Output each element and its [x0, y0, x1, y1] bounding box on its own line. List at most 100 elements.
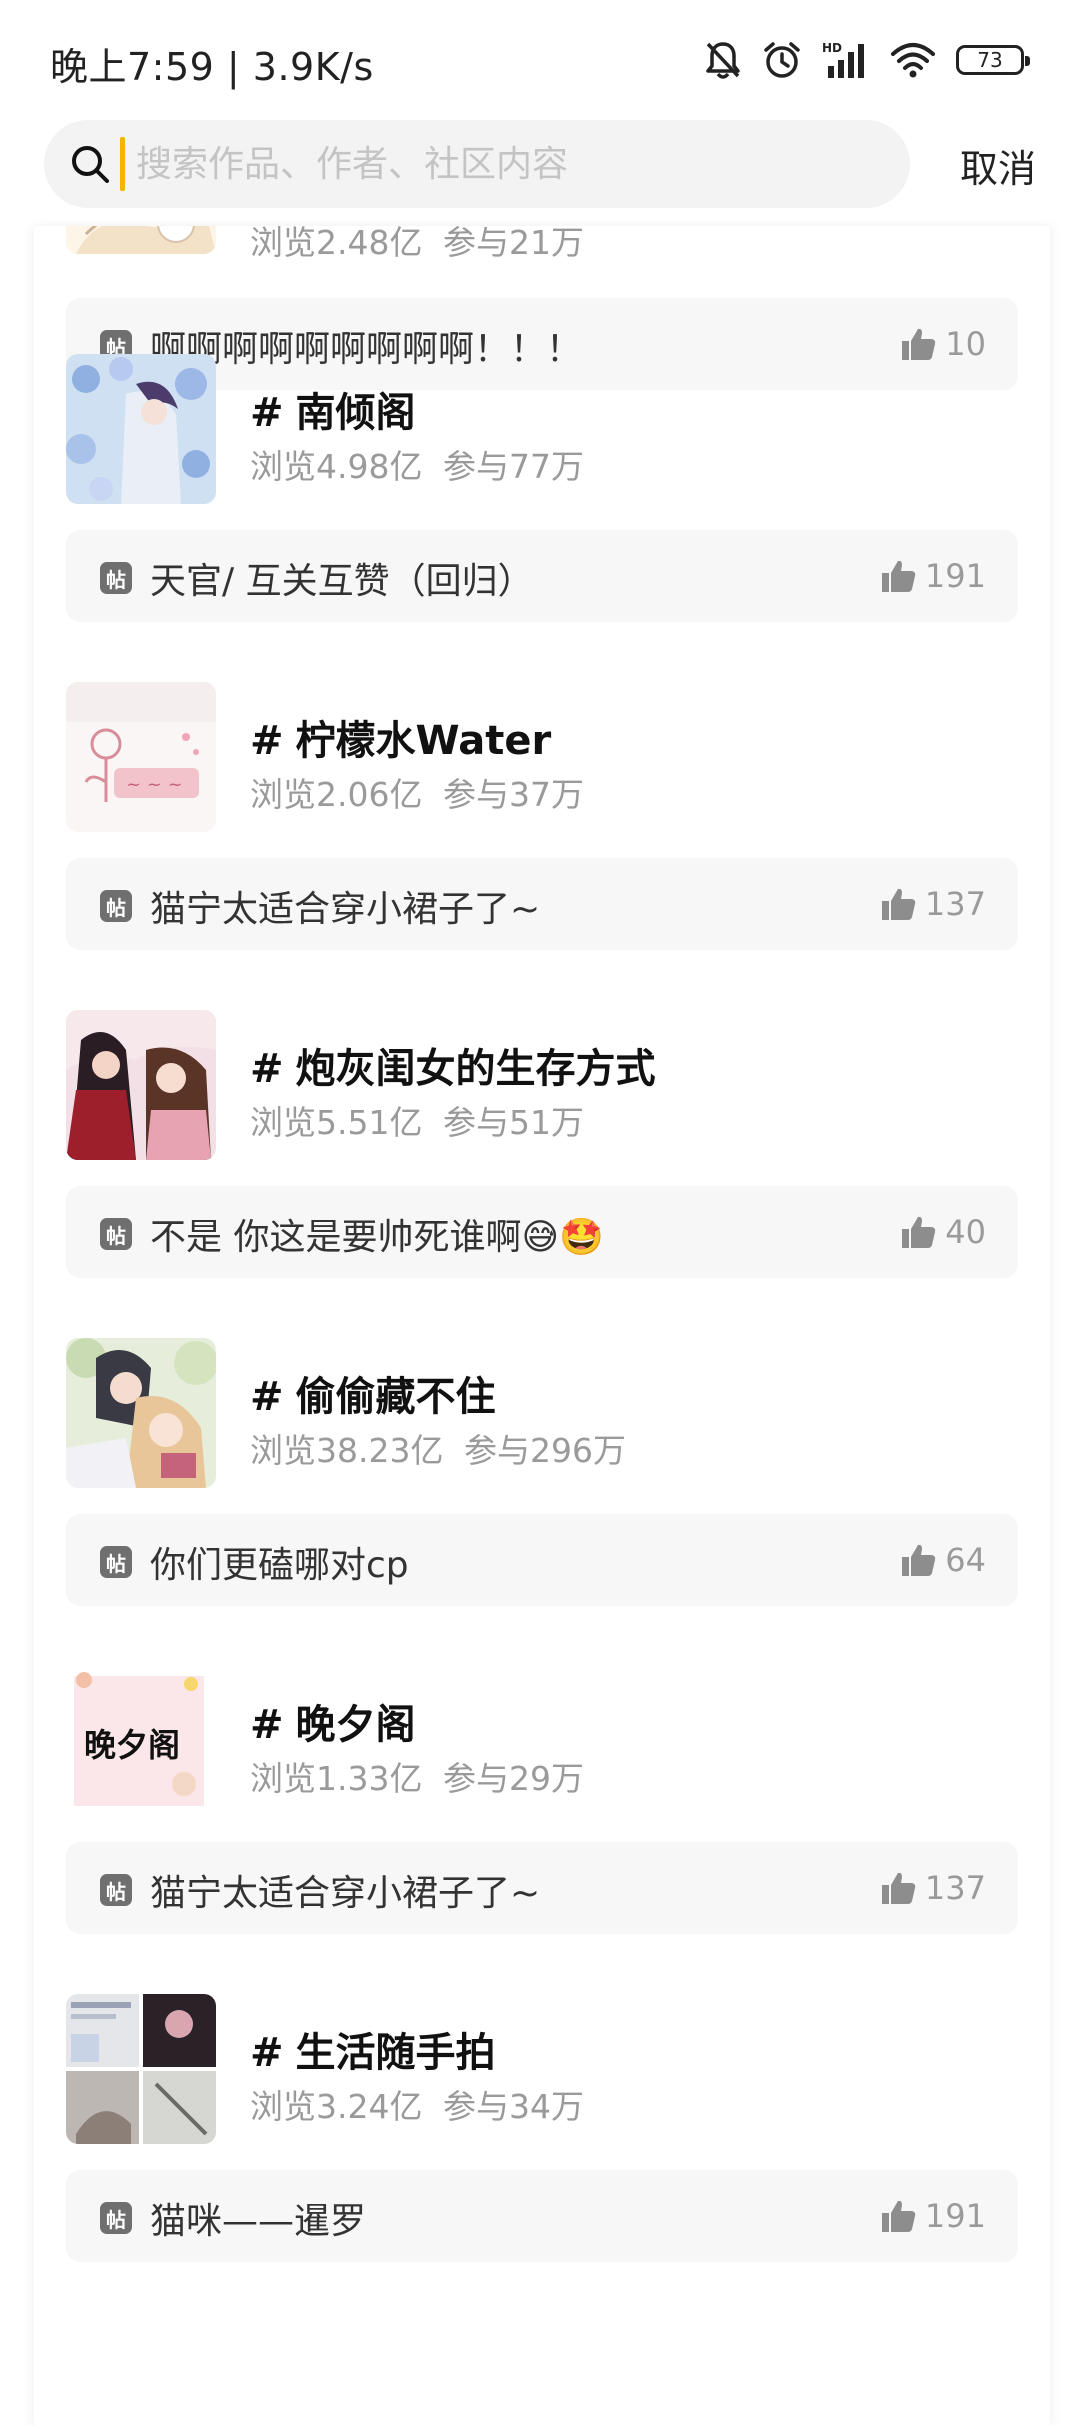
- topic-participants: 参与34万: [442, 2087, 584, 2126]
- topic-thumbnail: [66, 354, 216, 504]
- thumbs-up-icon: [881, 560, 916, 592]
- thumbnail-text: 晚夕阁: [84, 1726, 180, 1764]
- post-row[interactable]: 帖 不是 你这是要帅死谁啊😅🤩 40: [66, 1186, 1018, 1278]
- post-text: 你们更磕哪对cp: [150, 1545, 409, 1586]
- topic-participants: 参与37万: [442, 775, 584, 814]
- hash-icon: #: [250, 2030, 284, 2076]
- like-button[interactable]: 64: [899, 1538, 986, 1582]
- topic-participants: 参与77万: [442, 447, 584, 486]
- status-icons: HD 73: [704, 38, 1030, 82]
- post-tag-icon: 帖: [100, 1874, 132, 1906]
- search-box[interactable]: [44, 120, 910, 208]
- topic-views: 浏览5.51亿: [250, 1103, 423, 1142]
- topic-title[interactable]: # 偷偷藏不住: [250, 1364, 496, 1422]
- topic-thumbnail: ~ ~ ~: [66, 682, 216, 832]
- post-tag-icon: 帖: [100, 562, 132, 594]
- hash-icon: #: [250, 1374, 284, 1420]
- post-row[interactable]: 帖 猫宁太适合穿小裙子了~ 137: [66, 1842, 1018, 1934]
- topic-title-text: 偷偷藏不住: [295, 1374, 496, 1420]
- svg-text:HD: HD: [822, 41, 842, 55]
- cancel-button[interactable]: 取消: [960, 138, 1036, 193]
- topic-title[interactable]: # 炮灰闺女的生存方式: [250, 1036, 656, 1094]
- topic-views: 浏览2.06亿: [250, 775, 423, 814]
- topic-title-text: 炮灰闺女的生存方式: [295, 1046, 656, 1092]
- topic-participants: 参与51万: [442, 1103, 584, 1142]
- topic-title[interactable]: # 南倾阁: [250, 380, 416, 438]
- topic-item[interactable]: 浏览2.48亿 参与21万 帖 啊啊啊啊啊啊啊啊啊！！！ 10: [34, 226, 1050, 390]
- thumbs-up-icon: [881, 2200, 916, 2232]
- search-icon: [72, 146, 109, 183]
- post-text: 猫宁太适合穿小裙子了~: [150, 1873, 541, 1914]
- topic-title-text: 生活随手拍: [295, 2030, 496, 2076]
- topic-thumbnail: [66, 1010, 216, 1160]
- topic-views: 浏览2.48亿: [250, 226, 423, 262]
- like-button[interactable]: 191: [879, 2194, 986, 2238]
- signal-icon: HD: [822, 41, 864, 78]
- bell-muted-icon: [706, 42, 740, 79]
- search-input[interactable]: [126, 120, 886, 208]
- topic-participants: 参与29万: [442, 1759, 584, 1798]
- topic-stats: 浏览2.06亿 参与37万: [250, 768, 594, 816]
- topic-views: 浏览3.24亿: [250, 2087, 423, 2126]
- thumbs-up-icon: [902, 1216, 936, 1248]
- topic-thumbnail: 晚夕阁: [66, 1666, 216, 1816]
- post-text: 猫咪——暹罗: [150, 2201, 367, 2242]
- topic-item[interactable]: # 南倾阁 浏览4.98亿 参与77万 帖 天官/ 互关互赞（回归） 191: [34, 354, 1050, 682]
- topic-stats: 浏览5.51亿 参与51万: [250, 1096, 594, 1144]
- thumbs-up-icon: [881, 888, 916, 920]
- topic-item[interactable]: ~ ~ ~ # 柠檬水Water 浏览2.06亿 参与37万 帖 猫宁太适合穿小裙…: [34, 682, 1050, 1010]
- topic-stats: 浏览1.33亿 参与29万: [250, 1752, 594, 1800]
- battery-icon: 73: [956, 45, 1030, 75]
- topic-thumbnail: [66, 226, 216, 254]
- wifi-icon: [891, 43, 935, 78]
- status-time: 晚上7:59 | 3.9K/s: [50, 45, 374, 89]
- like-button[interactable]: 191: [879, 554, 986, 598]
- topic-thumbnail: [66, 1994, 216, 2144]
- post-row[interactable]: 帖 你们更磕哪对cp 64: [66, 1514, 1018, 1606]
- topic-thumbnail: [66, 1338, 216, 1488]
- like-count: 64: [945, 1541, 986, 1579]
- post-row[interactable]: 帖 猫宁太适合穿小裙子了~ 137: [66, 858, 1018, 950]
- topic-item[interactable]: # 偷偷藏不住 浏览38.23亿 参与296万 帖 你们更磕哪对cp 64: [34, 1338, 1050, 1666]
- like-count: 137: [924, 1869, 986, 1907]
- topic-views: 浏览1.33亿: [250, 1759, 423, 1798]
- like-count: 137: [924, 885, 986, 923]
- hash-icon: #: [250, 718, 284, 764]
- topic-title[interactable]: # 生活随手拍: [250, 2020, 496, 2078]
- post-tag-icon: 帖: [100, 1546, 132, 1578]
- topic-title[interactable]: # 柠檬水Water: [250, 708, 551, 766]
- post-text: 不是 你这是要帅死谁啊😅🤩: [150, 1217, 604, 1258]
- status-bar: 晚上7:59 | 3.9K/s HD 73: [0, 0, 1080, 120]
- topic-item[interactable]: # 炮灰闺女的生存方式 浏览5.51亿 参与51万 帖 不是 你这是要帅死谁啊😅🤩…: [34, 1010, 1050, 1338]
- post-tag-icon: 帖: [100, 1218, 132, 1250]
- topic-participants: 参与21万: [442, 226, 584, 262]
- post-tag-icon: 帖: [100, 890, 132, 922]
- hash-icon: #: [250, 1702, 284, 1748]
- alarm-icon: [764, 42, 800, 78]
- thumbs-up-icon: [881, 1872, 916, 1904]
- topic-item[interactable]: 晚夕阁 # 晚夕阁 浏览1.33亿 参与29万 帖 猫宁太适合穿小裙子了~ 137: [34, 1666, 1050, 1994]
- like-count: 191: [924, 557, 986, 595]
- topic-stats: 浏览2.48亿 参与21万: [250, 226, 594, 264]
- topic-title-text: 晚夕阁: [295, 1702, 416, 1748]
- search-bar: 取消: [0, 120, 1080, 226]
- topic-views: 浏览4.98亿: [250, 447, 423, 486]
- topic-title[interactable]: # 晚夕阁: [250, 1692, 416, 1750]
- like-count: 40: [945, 1213, 986, 1251]
- like-button[interactable]: 40: [899, 1210, 986, 1254]
- post-tag-icon: 帖: [100, 2202, 132, 2234]
- hash-icon: #: [250, 390, 284, 436]
- topic-title-text: 南倾阁: [295, 390, 416, 436]
- topic-participants: 参与296万: [463, 1431, 626, 1470]
- topic-stats: 浏览38.23亿 参与296万: [250, 1424, 636, 1472]
- post-row[interactable]: 帖 猫咪——暹罗 191: [66, 2170, 1018, 2262]
- post-row[interactable]: 帖 天官/ 互关互赞（回归） 191: [66, 530, 1018, 622]
- like-button[interactable]: 137: [879, 882, 986, 926]
- topic-item[interactable]: # 生活随手拍 浏览3.24亿 参与34万 帖 猫咪——暹罗 191: [34, 1994, 1050, 2322]
- battery-level: 73: [977, 48, 1003, 72]
- like-button[interactable]: 137: [879, 1866, 986, 1910]
- thumbs-up-icon: [902, 1544, 936, 1576]
- svg-text:~ ~ ~: ~ ~ ~: [126, 774, 183, 795]
- hash-icon: #: [250, 1046, 284, 1092]
- topic-title-text: 柠檬水Water: [295, 718, 552, 764]
